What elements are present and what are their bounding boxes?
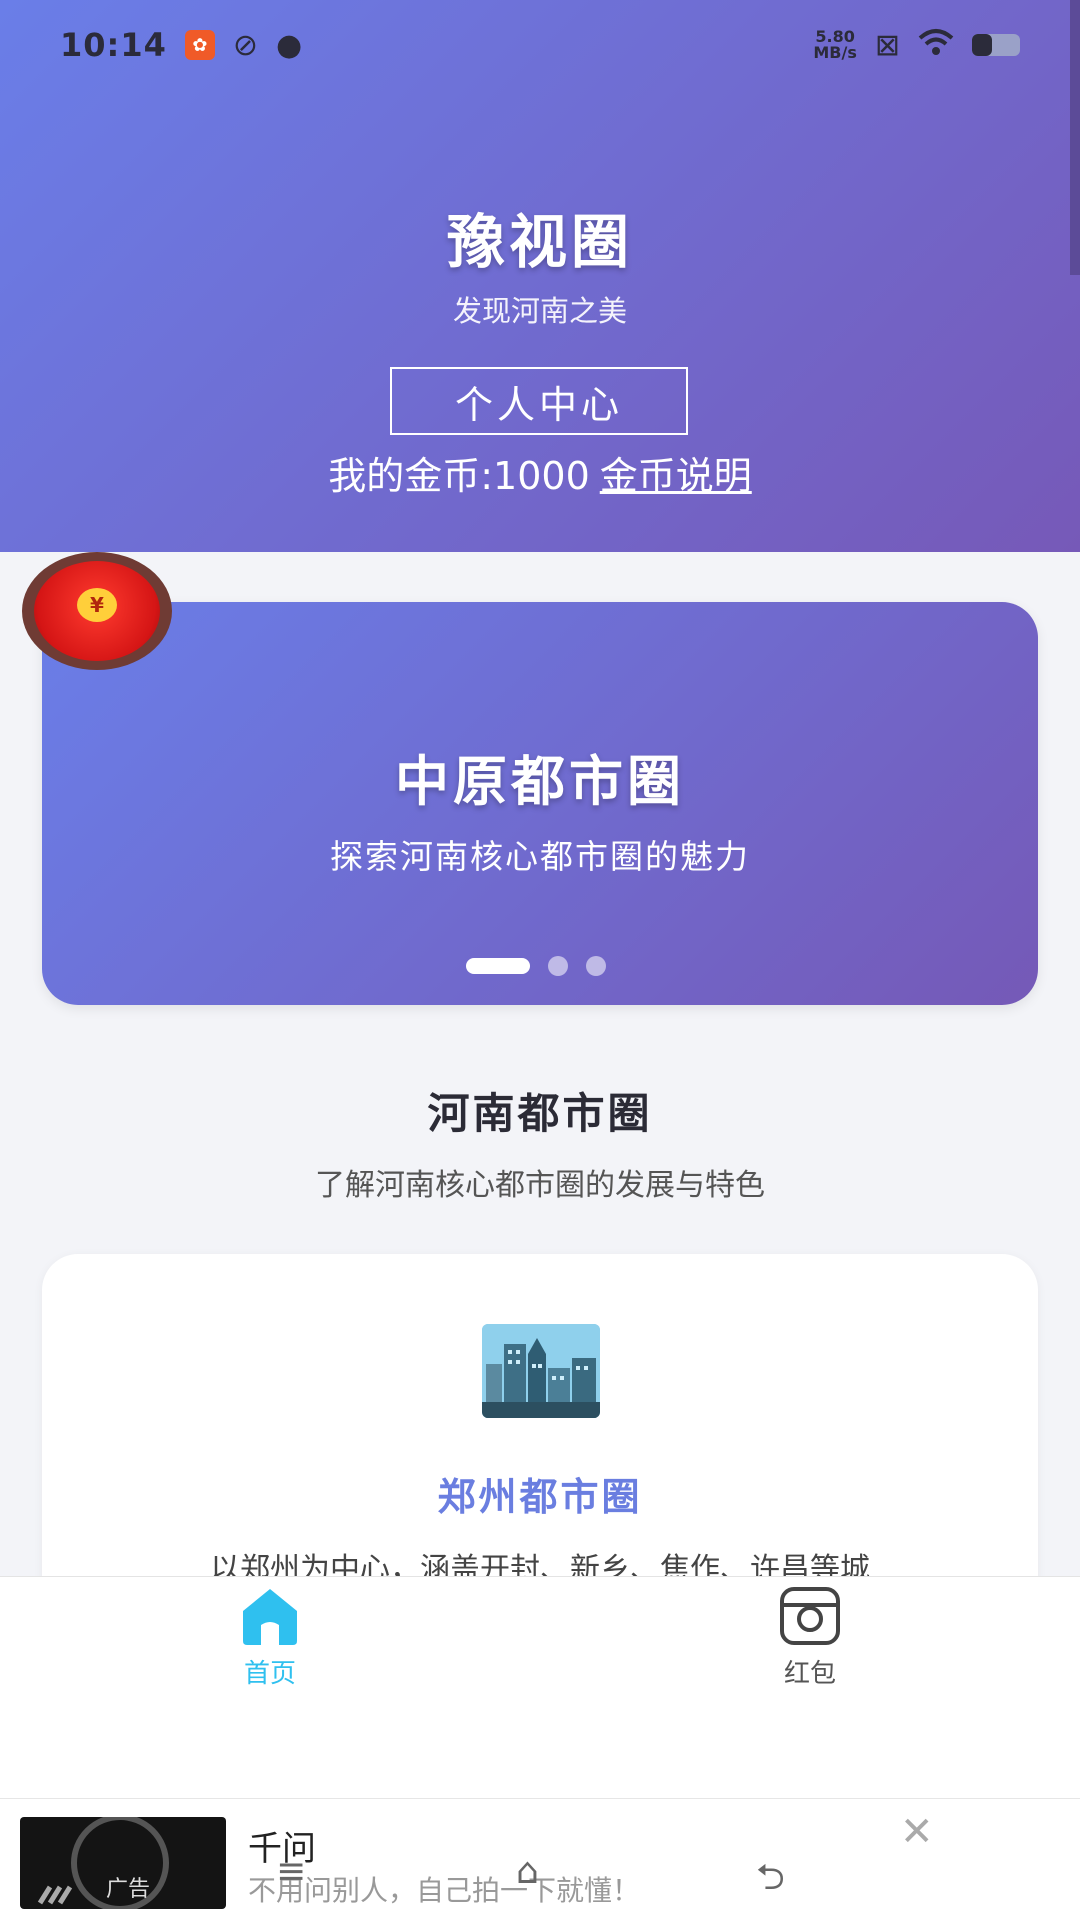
section-title: 河南都市圈 (427, 1089, 653, 1138)
home-nav-icon[interactable]: ⌂ (516, 1851, 539, 1892)
city-skyline-icon (482, 1324, 600, 1418)
section-subtitle: 了解河南核心都市圈的发展与特色 (315, 1168, 765, 1203)
status-bar: 10:14 ✿ ⊘ ● 5.80 MB/s ⊠ (0, 0, 1080, 90)
tab-redpacket-label: 红包 (783, 1659, 836, 1689)
tab-redpacket[interactable]: 红包 (710, 1585, 910, 1690)
carousel-dot-active[interactable] (466, 958, 530, 974)
status-time: 10:14 (60, 26, 167, 64)
bottom-tab-bar: 首页 红包 (0, 1576, 1080, 1799)
banner-title: 中原都市圈 (395, 750, 685, 813)
coins-help-link[interactable]: 金币说明 (600, 454, 752, 498)
lightbulb-notification-icon: ● (276, 27, 303, 63)
tab-home-label: 首页 (243, 1659, 296, 1689)
ad-thumbnail: 广告 (20, 1817, 226, 1909)
network-speed-unit: MB/s (813, 43, 857, 62)
personal-center-button[interactable]: 个人中心 (390, 367, 688, 435)
menu-nav-icon[interactable]: ≡ (276, 1851, 306, 1892)
floating-redpacket-button[interactable]: ¥ (22, 552, 172, 670)
camera-icon (780, 1587, 840, 1645)
tab-home[interactable]: 首页 (170, 1585, 370, 1690)
redpacket-coin: ¥ (77, 588, 117, 622)
ad-banner[interactable]: 广告 千问 不用问别人，自己拍一下就懂！ ✕ ≡ ⌂ ⮌ (0, 1798, 1080, 1921)
ad-label: 广告 (106, 1877, 151, 1902)
ad-description: 不用问别人，自己拍一下就懂！ (248, 1874, 641, 1907)
card-title: 郑州都市圈 (437, 1475, 643, 1519)
orbit-notification-icon: ⊘ (232, 27, 258, 63)
banner-subtitle: 探索河南核心都市圈的魅力 (330, 837, 750, 876)
coins-row: 我的金币:1000 金币说明 (0, 445, 1080, 500)
status-notification-icons: ✿ ⊘ ● (184, 27, 303, 63)
status-system-icons: 5.80 MB/s ⊠ (813, 26, 1020, 64)
back-nav-icon[interactable]: ⮌ (756, 1851, 785, 1912)
wifi-icon (918, 26, 954, 64)
battery-icon (972, 34, 1020, 56)
app-subtitle: 发现河南之美 (452, 294, 627, 328)
carousel-dot[interactable] (586, 956, 606, 976)
close-icon[interactable]: ✕ (900, 1809, 934, 1855)
sim-blocked-icon: ⊠ (874, 27, 900, 63)
app-notification-icon: ✿ (184, 30, 215, 60)
carousel-dot[interactable] (548, 956, 568, 976)
carousel-indicator (466, 956, 606, 976)
redpacket-icon: ¥ (34, 561, 160, 661)
carousel-banner[interactable]: 中原都市圈 探索河南核心都市圈的魅力 (42, 602, 1038, 1005)
home-icon (243, 1589, 297, 1645)
app-title: 豫视圈 (446, 208, 633, 276)
network-speed: 5.80 MB/s (813, 29, 856, 61)
coins-balance: 我的金币:1000 (328, 454, 590, 498)
header-banner: 10:14 ✿ ⊘ ● 5.80 MB/s ⊠ 豫视圈 发现河南之美 个人中心 (0, 0, 1080, 552)
